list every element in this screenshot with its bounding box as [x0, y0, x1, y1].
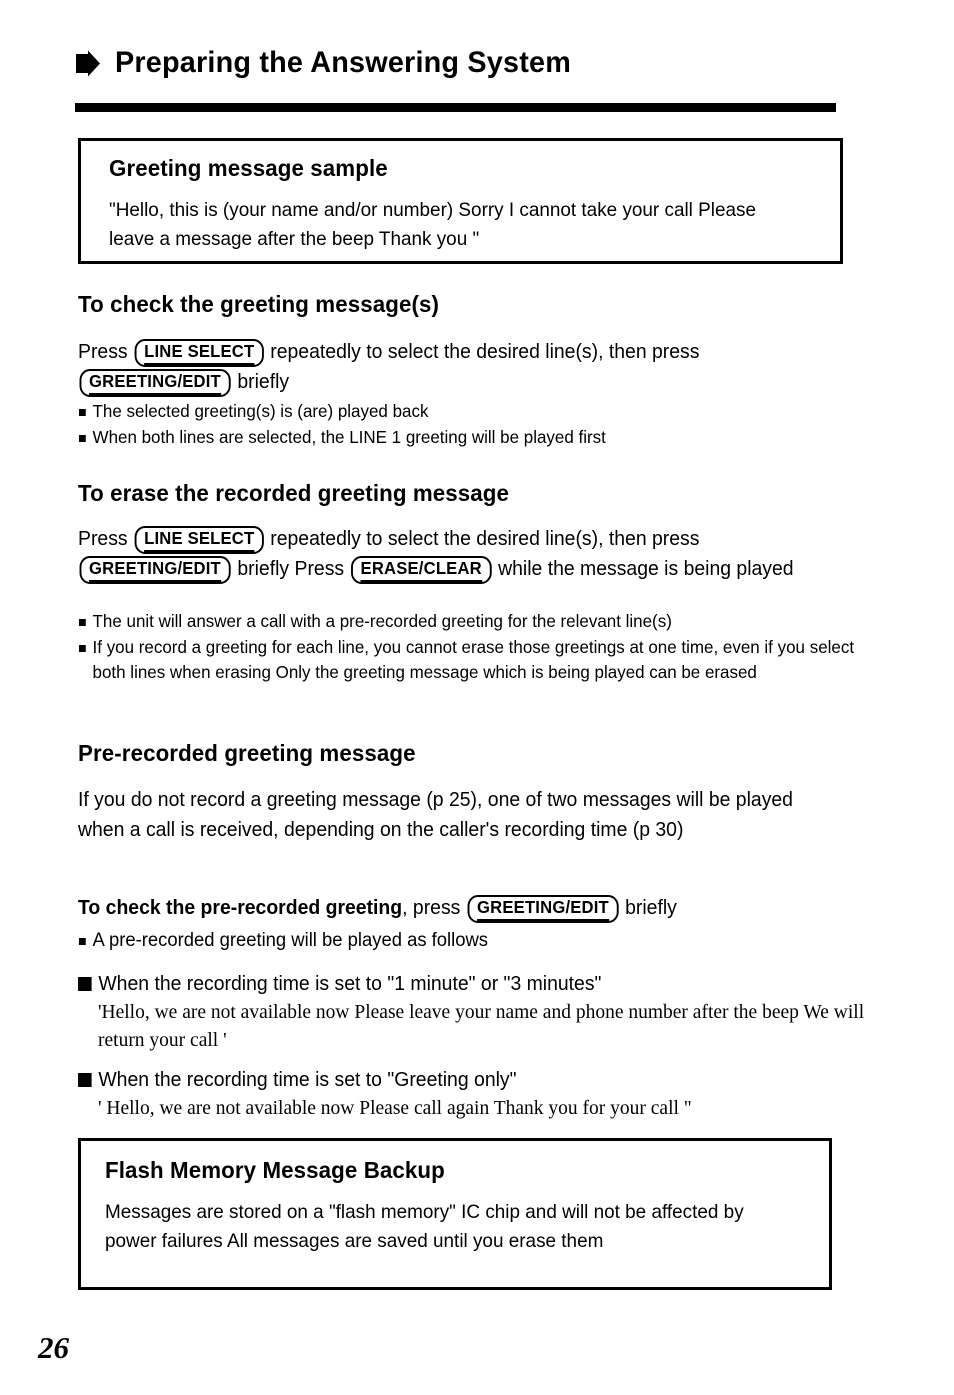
erase-instruction-mid: repeatedly to select the desired line(s)…	[270, 528, 700, 550]
check-instruction-tail: briefly	[237, 371, 290, 394]
page-header: Preparing the Answering System	[75, 48, 835, 78]
erase-instruction-tail: while the message is being played	[498, 558, 794, 581]
flash-memory-title: Flash Memory Message Backup	[105, 1157, 445, 1183]
bullets-pre-recorded: A pre-recorded greeting will be played a…	[78, 928, 864, 956]
page-title: Preparing the Answering System	[115, 46, 572, 79]
instruction-check-pre-recorded: To check the pre-recorded greeting, pres…	[78, 893, 844, 923]
list-item: If you record a greeting for each line, …	[78, 635, 864, 685]
case-1-quote: 'Hello, we are not available now Please …	[98, 1002, 865, 1051]
check-pre-recorded-tail: briefly	[625, 897, 677, 919]
list-item: When both lines are selected, the LINE 1…	[78, 425, 864, 450]
list-item: The selected greeting(s) is (are) played…	[78, 399, 864, 424]
check-instruction-mid: repeatedly to select the desired line(s)…	[270, 341, 700, 363]
erase-instruction-mid-2: briefly Press	[237, 558, 345, 581]
heading-erase-greeting: To erase the recorded greeting message	[78, 480, 510, 506]
check-pre-recorded-rest: , press	[402, 897, 461, 919]
heading-check-greeting: To check the greeting message(s)	[78, 291, 440, 317]
case-2-quote: ' Hello, we are not available now Please…	[98, 1098, 692, 1119]
bullets-erase-greeting: The unit will answer a call with a pre-r…	[78, 609, 864, 686]
check-press-label: Press	[78, 341, 128, 363]
flash-memory-box: Flash Memory Message Backup Messages are…	[78, 1138, 832, 1290]
check-pre-recorded-bold: To check the pre-recorded greeting	[78, 897, 403, 919]
greeting-sample-body: "Hello, this is (your name and/or number…	[109, 199, 756, 250]
list-item: The unit will answer a call with a pre-r…	[78, 609, 864, 634]
greeting-sample-box: Greeting message sample "Hello, this is …	[78, 138, 843, 264]
key-erase-clear[interactable]: ERASE/CLEAR	[350, 556, 492, 585]
page-number: 26	[38, 1330, 69, 1365]
key-greeting-edit[interactable]: GREETING/EDIT	[467, 895, 619, 923]
greeting-sample-title: Greeting message sample	[109, 155, 388, 181]
erase-press-label: Press	[78, 528, 128, 550]
instruction-erase-greeting: Press LINE SELECT repeatedly to select t…	[78, 524, 844, 585]
key-greeting-edit[interactable]: GREETING/EDIT	[79, 369, 231, 398]
case-2-label: When the recording time is set to "Greet…	[78, 1066, 517, 1094]
paragraph-pre-recorded: If you do not record a greeting message …	[78, 789, 793, 842]
manual-page: Preparing the Answering System Greeting …	[0, 0, 954, 1395]
instruction-check-greeting: Press LINE SELECT repeatedly to select t…	[78, 337, 844, 398]
list-item: A pre-recorded greeting will be played a…	[78, 928, 864, 955]
bullets-check-greeting: The selected greeting(s) is (are) played…	[78, 399, 864, 451]
flash-memory-body: Messages are stored on a "flash memory" …	[105, 1201, 744, 1252]
key-line-select[interactable]: LINE SELECT	[134, 526, 264, 554]
header-divider	[75, 103, 836, 112]
right-arrow-icon	[76, 50, 100, 76]
key-line-select[interactable]: LINE SELECT	[134, 339, 264, 367]
heading-pre-recorded: Pre-recorded greeting message	[78, 740, 416, 766]
key-greeting-edit[interactable]: GREETING/EDIT	[79, 556, 231, 585]
case-1-label: When the recording time is set to "1 min…	[78, 970, 601, 998]
